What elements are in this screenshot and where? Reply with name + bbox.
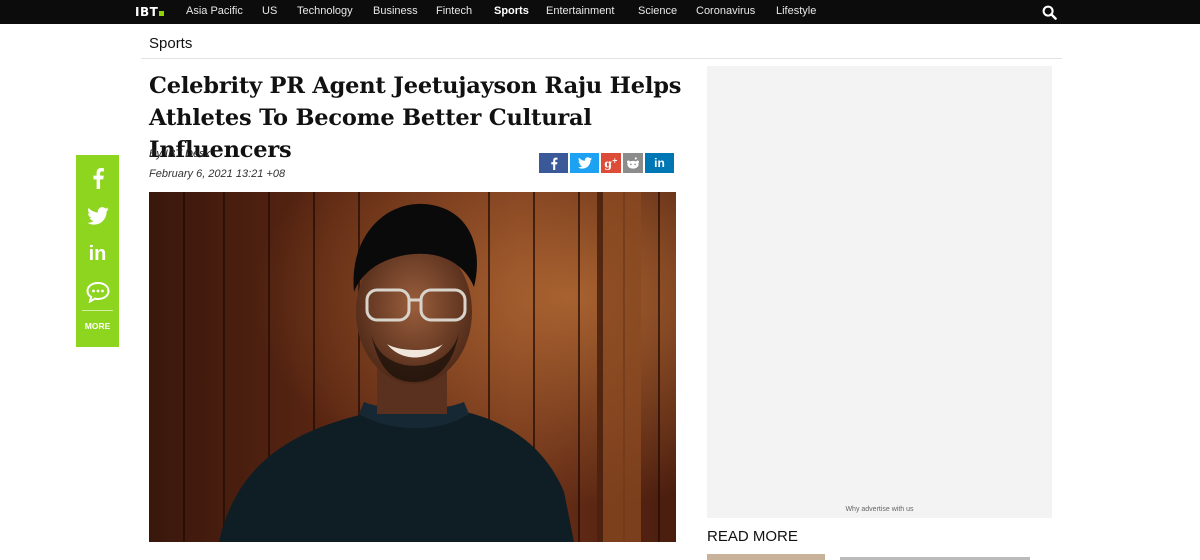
article-byline[interactable]: By IBT Desk <box>149 148 210 160</box>
twitter-icon <box>86 207 109 225</box>
nav-link-sports[interactable]: Sports <box>494 0 529 24</box>
linkedin-share-button[interactable]: in <box>645 153 674 173</box>
float-twitter-button[interactable] <box>76 207 119 225</box>
nav-link-lifestyle[interactable]: Lifestyle <box>776 0 816 24</box>
top-navigation-bar: IBT Asia Pacific US Technology Business … <box>0 0 1200 24</box>
reddit-share-button[interactable] <box>623 153 643 173</box>
article-date: February 6, 2021 13:21 +08 <box>149 168 286 180</box>
search-icon[interactable] <box>1042 5 1057 20</box>
section-title[interactable]: Sports <box>149 35 192 52</box>
read-more-title[interactable] <box>840 554 1030 560</box>
float-linkedin-button[interactable]: in <box>76 243 119 266</box>
float-facebook-button[interactable] <box>76 167 119 189</box>
logo-dot <box>159 11 165 16</box>
article-headline: Celebrity PR Agent Jeetujayson Raju Help… <box>149 73 682 163</box>
nav-link-fintech[interactable]: Fintech <box>436 0 472 24</box>
share-buttons: g+ in <box>539 153 676 173</box>
nav-link-science[interactable]: Science <box>638 0 677 24</box>
nav-link-business[interactable]: Business <box>373 0 418 24</box>
comment-icon <box>85 281 110 303</box>
float-more-button[interactable]: MORE <box>76 321 119 331</box>
facebook-icon <box>92 167 104 189</box>
reddit-icon <box>627 157 639 169</box>
linkedin-icon: in <box>88 243 107 265</box>
google-plus-share-button[interactable]: g+ <box>601 153 621 173</box>
advertisement-slot[interactable]: Why advertise with us <box>707 66 1052 518</box>
read-more-thumbnail[interactable] <box>707 554 825 560</box>
google-plus-icon: g+ <box>604 155 618 171</box>
nav-link-technology[interactable]: Technology <box>297 0 353 24</box>
facebook-icon <box>550 157 557 170</box>
nav-link-coronavirus[interactable]: Coronavirus <box>696 0 755 24</box>
logo-text: IBT <box>135 5 159 19</box>
nav-link-entertainment[interactable]: Entertainment <box>546 0 614 24</box>
ibt-logo[interactable]: IBT <box>135 4 165 20</box>
read-more-heading: READ MORE <box>707 528 798 545</box>
advertise-link[interactable]: Why advertise with us <box>707 506 1052 513</box>
float-comment-button[interactable] <box>76 281 119 303</box>
twitter-share-button[interactable] <box>570 153 599 173</box>
nav-link-asia-pacific[interactable]: Asia Pacific <box>186 0 243 24</box>
section-divider <box>141 58 1062 59</box>
facebook-share-button[interactable] <box>539 153 568 173</box>
linkedin-icon: in <box>654 156 665 170</box>
article-hero-image <box>149 192 676 542</box>
twitter-icon <box>577 157 592 169</box>
float-divider <box>82 310 113 311</box>
floating-share-bar: in MORE <box>76 155 119 347</box>
nav-link-us[interactable]: US <box>262 0 277 24</box>
